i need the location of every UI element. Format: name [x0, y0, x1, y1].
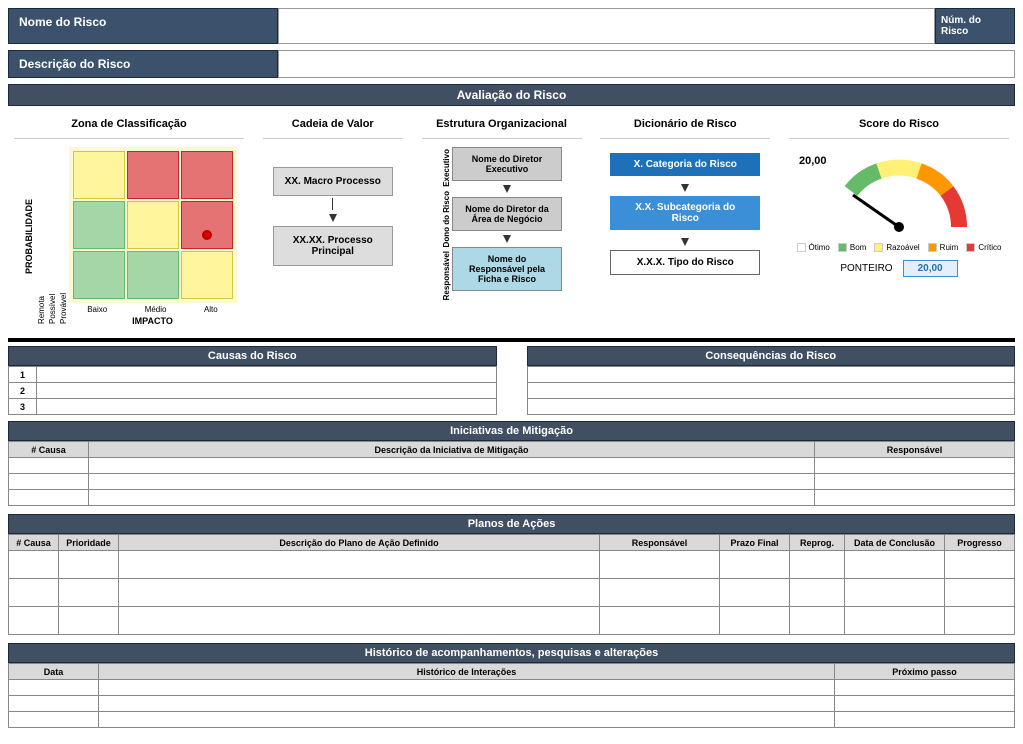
matrix-xticks: Baixo Médio Alto	[69, 303, 237, 314]
conseq-cell[interactable]	[527, 399, 1015, 415]
table-row: 1	[9, 367, 497, 383]
matrix-cell	[181, 251, 233, 299]
org-box-executivo: Nome do Diretor Executivo	[452, 147, 562, 181]
zona-title: Zona de Classificação	[14, 114, 244, 139]
dict-box-tipo: X.X.X. Tipo do Risco	[610, 250, 760, 275]
arrow-down-icon	[681, 238, 689, 246]
table-row	[527, 399, 1015, 415]
dicionario-col: Dicionário de Risco X. Categoria do Risc…	[600, 114, 770, 326]
historico-title: Histórico de acompanhamentos, pesquisas …	[8, 643, 1015, 663]
avaliacao-row: Zona de Classificação PROBABILIDADE Remo…	[8, 110, 1015, 334]
historico-section: Histórico de acompanhamentos, pesquisas …	[8, 643, 1015, 728]
dict-box-subcategoria: X.X. Subcategoria do Risco	[610, 196, 760, 230]
gauge-chart: 20,00	[809, 147, 989, 237]
mitigacao-title: Iniciativas de Mitigação	[8, 421, 1015, 441]
matrix-body: Baixo Médio Alto IMPACTO	[69, 147, 237, 326]
cadeia-col: Cadeia de Valor XX. Macro Processo XX.XX…	[263, 114, 403, 326]
conseq-block: Consequências do Risco	[527, 346, 1016, 415]
table-row	[9, 680, 1015, 696]
matrix-ylabel: PROBABILIDADE	[22, 147, 36, 326]
header-row-desc: Descrição do Risco	[8, 50, 1015, 78]
estrutura-title: Estrutura Organizacional	[422, 114, 582, 139]
conseq-cell[interactable]	[527, 383, 1015, 399]
table-row: 3	[9, 399, 497, 415]
planos-table: # Causa Prioridade Descrição do Plano de…	[8, 534, 1015, 635]
org-side-labels: Executivo Dono do Risco Responsável	[441, 147, 452, 303]
conseq-title: Consequências do Risco	[527, 346, 1016, 366]
table-row	[9, 607, 1015, 635]
score-title: Score do Risco	[789, 114, 1009, 139]
table-row	[9, 712, 1015, 728]
table-row	[9, 474, 1015, 490]
score-col: Score do Risco 20,00 Ótimo Bom Razoável …	[789, 114, 1009, 326]
matrix-cell	[73, 251, 125, 299]
mitigacao-section: Iniciativas de Mitigação # Causa Descriç…	[8, 421, 1015, 506]
matrix-xlabel: IMPACTO	[69, 314, 237, 326]
historico-table: Data Histórico de Interações Próximo pas…	[8, 663, 1015, 728]
ponteiro-label: PONTEIRO	[840, 263, 892, 274]
table-row	[9, 696, 1015, 712]
causa-cell[interactable]	[37, 367, 497, 383]
ponteiro-value: 20,00	[903, 260, 958, 277]
planos-title: Planos de Ações	[8, 514, 1015, 534]
dicionario-title: Dicionário de Risco	[600, 114, 770, 139]
matrix-cell	[127, 201, 179, 249]
causa-cell[interactable]	[37, 399, 497, 415]
conseq-cell[interactable]	[527, 367, 1015, 383]
org-box-responsavel: Nome do Responsável pela Ficha e Risco	[452, 247, 562, 291]
matrix-cell	[127, 151, 179, 199]
arrow-down-icon	[503, 185, 511, 193]
matrix-cell	[73, 151, 125, 199]
nome-risco-label: Nome do Risco	[8, 8, 278, 44]
cadeia-box1: XX. Macro Processo	[273, 167, 393, 196]
arrow-down-icon	[503, 235, 511, 243]
zona-col: Zona de Classificação PROBABILIDADE Remo…	[14, 114, 244, 326]
desc-risco-field[interactable]	[278, 50, 1015, 78]
arrow-down-icon	[329, 214, 337, 222]
gauge-legend: Ótimo Bom Razoável Ruim Crítico	[797, 243, 1002, 252]
dict-box-categoria: X. Categoria do Risco	[610, 153, 760, 176]
ponteiro-row: PONTEIRO 20,00	[840, 260, 957, 277]
causas-table: 1 2 3	[8, 366, 497, 415]
risk-dot-icon	[202, 230, 212, 240]
risk-matrix: PROBABILIDADE Remota Possível Provável	[22, 147, 237, 326]
causa-cell[interactable]	[37, 383, 497, 399]
causas-conseq-row: Causas do Risco 1 2 3 Consequências do R…	[8, 346, 1015, 415]
divider	[8, 338, 1015, 342]
gauge-value: 20,00	[799, 155, 827, 167]
avaliacao-title: Avaliação do Risco	[8, 84, 1015, 106]
org-box-dono: Nome do Diretor da Área de Negócio	[452, 197, 562, 231]
desc-risco-label: Descrição do Risco	[8, 50, 278, 78]
matrix-cell	[181, 151, 233, 199]
table-row: 2	[9, 383, 497, 399]
header-row-nome: Nome do Risco Núm. do Risco	[8, 8, 1015, 44]
matrix-cell	[127, 251, 179, 299]
arrow-line-icon	[332, 198, 333, 210]
org-boxes: Nome do Diretor Executivo Nome do Direto…	[452, 147, 562, 303]
table-row	[9, 490, 1015, 506]
table-row	[9, 551, 1015, 579]
causas-title: Causas do Risco	[8, 346, 497, 366]
matrix-cell	[73, 201, 125, 249]
matrix-yticks: Remota Possível Provável	[36, 147, 69, 326]
planos-section: Planos de Ações # Causa Prioridade Descr…	[8, 514, 1015, 635]
matrix-cell	[181, 201, 233, 249]
table-row	[527, 367, 1015, 383]
num-risco-label: Núm. do Risco	[935, 8, 1015, 44]
cadeia-box2: XX.XX. Processo Principal	[273, 226, 393, 266]
causas-block: Causas do Risco 1 2 3	[8, 346, 497, 415]
mitigacao-table: # Causa Descrição da Iniciativa de Mitig…	[8, 441, 1015, 506]
nome-risco-field[interactable]	[278, 8, 935, 44]
table-row	[527, 383, 1015, 399]
estrutura-col: Estrutura Organizacional Executivo Dono …	[422, 114, 582, 326]
cadeia-title: Cadeia de Valor	[263, 114, 403, 139]
gauge-icon	[809, 147, 989, 237]
conseq-table	[527, 366, 1016, 415]
arrow-down-icon	[681, 184, 689, 192]
table-row	[9, 579, 1015, 607]
table-row	[9, 458, 1015, 474]
